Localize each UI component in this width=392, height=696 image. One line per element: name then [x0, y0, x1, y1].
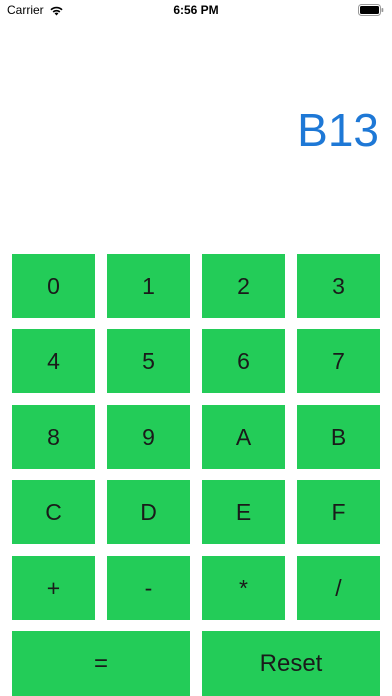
key-minus[interactable]: - — [107, 556, 190, 620]
key-b[interactable]: B — [297, 405, 380, 469]
key-3[interactable]: 3 — [297, 254, 380, 318]
equals-button[interactable]: = — [12, 631, 190, 696]
reset-button[interactable]: Reset — [202, 631, 380, 696]
key-6[interactable]: 6 — [202, 329, 285, 393]
key-f[interactable]: F — [297, 480, 380, 544]
key-divide[interactable]: / — [297, 556, 380, 620]
keypad: 0 1 2 3 4 5 6 7 8 9 A B C D E F + - * / … — [0, 0, 392, 696]
key-8[interactable]: 8 — [12, 405, 95, 469]
key-plus[interactable]: + — [12, 556, 95, 620]
key-e[interactable]: E — [202, 480, 285, 544]
key-a[interactable]: A — [202, 405, 285, 469]
key-multiply[interactable]: * — [202, 556, 285, 620]
key-9[interactable]: 9 — [107, 405, 190, 469]
key-4[interactable]: 4 — [12, 329, 95, 393]
calculator-screen: Carrier 6:56 PM B13 0 1 2 3 4 5 6 7 8 9 … — [0, 0, 392, 696]
key-d[interactable]: D — [107, 480, 190, 544]
key-c[interactable]: C — [12, 480, 95, 544]
key-5[interactable]: 5 — [107, 329, 190, 393]
key-0[interactable]: 0 — [12, 254, 95, 318]
key-7[interactable]: 7 — [297, 329, 380, 393]
key-1[interactable]: 1 — [107, 254, 190, 318]
key-2[interactable]: 2 — [202, 254, 285, 318]
